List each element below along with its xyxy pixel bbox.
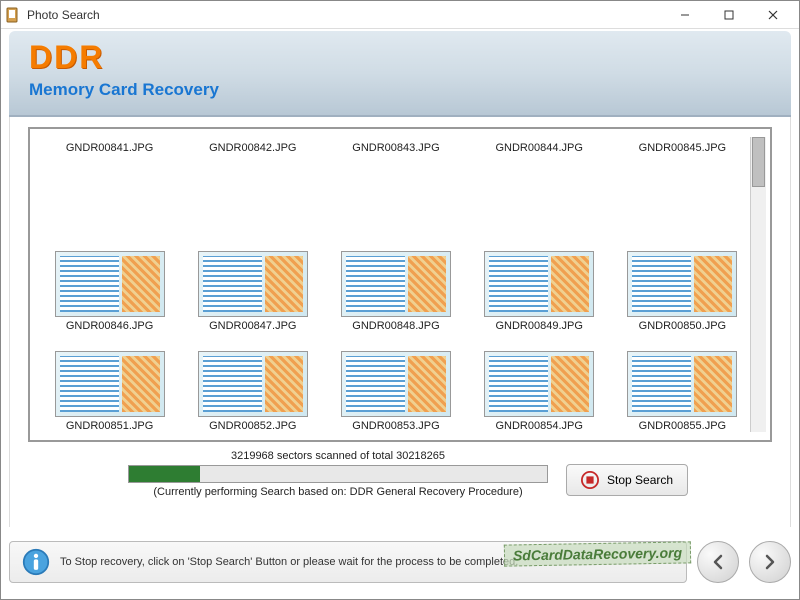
chevron-right-icon [761, 553, 779, 571]
thumbnail-image[interactable] [627, 351, 737, 417]
thumb-item: GNDR00848.JPG [328, 237, 463, 333]
thumb-label: GNDR00842.JPG [209, 142, 296, 154]
header-banner: DDR Memory Card Recovery [9, 31, 791, 117]
forward-button[interactable] [749, 541, 791, 583]
thumbnail-image[interactable] [341, 351, 451, 417]
window-controls [663, 2, 795, 28]
thumbnail-image[interactable] [341, 251, 451, 317]
thumb-label: GNDR00848.JPG [352, 320, 439, 332]
thumbnail-image[interactable] [484, 351, 594, 417]
thumb-item: GNDR00844.JPG [472, 137, 607, 233]
thumb-item: GNDR00847.JPG [185, 237, 320, 333]
product-name: Memory Card Recovery [29, 80, 771, 100]
progress-subtext: (Currently performing Search based on: D… [128, 486, 548, 498]
thumb-label: GNDR00851.JPG [66, 420, 153, 432]
thumbnail-grid: GNDR00841.JPG GNDR00842.JPG GNDR00843.JP… [42, 137, 750, 432]
thumbnail-image[interactable] [55, 351, 165, 417]
stop-icon [581, 471, 599, 489]
thumb-label: GNDR00846.JPG [66, 320, 153, 332]
close-button[interactable] [751, 2, 795, 28]
stop-button-label: Stop Search [607, 473, 673, 487]
progress-fill [129, 466, 200, 482]
chevron-left-icon [709, 553, 727, 571]
thumb-label: GNDR00852.JPG [209, 420, 296, 432]
thumb-item: GNDR00841.JPG [42, 137, 177, 233]
thumb-item: GNDR00842.JPG [185, 137, 320, 233]
thumbnail-image[interactable] [55, 251, 165, 317]
thumb-item: GNDR00850.JPG [615, 237, 750, 333]
thumb-item: GNDR00853.JPG [328, 336, 463, 432]
main-content: GNDR00841.JPG GNDR00842.JPG GNDR00843.JP… [9, 117, 791, 527]
thumb-label: GNDR00844.JPG [495, 142, 582, 154]
progress-bar [128, 465, 548, 483]
thumb-label: GNDR00853.JPG [352, 420, 439, 432]
thumb-label: GNDR00841.JPG [66, 142, 153, 154]
thumbnail-image[interactable] [198, 251, 308, 317]
thumb-item: GNDR00852.JPG [185, 336, 320, 432]
app-icon [5, 7, 21, 23]
thumb-item: GNDR00843.JPG [328, 137, 463, 233]
thumb-item: GNDR00849.JPG [472, 237, 607, 333]
minimize-button[interactable] [663, 2, 707, 28]
progress-section: 3219968 sectors scanned of total 3021826… [28, 450, 772, 498]
thumb-label: GNDR00845.JPG [639, 142, 726, 154]
scrollbar[interactable] [750, 137, 766, 432]
scrollbar-thumb[interactable] [752, 137, 765, 187]
thumb-label: GNDR00854.JPG [495, 420, 582, 432]
info-icon [22, 548, 50, 576]
brand-logo: DDR [29, 39, 771, 76]
window: Photo Search DDR Memory Card Recovery GN… [0, 0, 800, 600]
maximize-button[interactable] [707, 2, 751, 28]
stop-search-button[interactable]: Stop Search [566, 464, 688, 496]
thumb-item: GNDR00854.JPG [472, 336, 607, 432]
results-panel: GNDR00841.JPG GNDR00842.JPG GNDR00843.JP… [28, 127, 772, 442]
thumb-label: GNDR00855.JPG [639, 420, 726, 432]
thumbnail-image[interactable] [484, 251, 594, 317]
thumbnail-image[interactable] [198, 351, 308, 417]
thumbnail-image[interactable] [627, 251, 737, 317]
titlebar: Photo Search [1, 1, 799, 29]
thumb-label: GNDR00843.JPG [352, 142, 439, 154]
watermark: SdCardDataRecovery.org [504, 541, 691, 566]
hint-text: To Stop recovery, click on 'Stop Search'… [60, 556, 518, 568]
progress-text: 3219968 sectors scanned of total 3021826… [128, 450, 548, 462]
thumb-item: GNDR00855.JPG [615, 336, 750, 432]
back-button[interactable] [697, 541, 739, 583]
thumb-label: GNDR00850.JPG [639, 320, 726, 332]
footer-bar: To Stop recovery, click on 'Stop Search'… [9, 533, 791, 591]
thumb-item: GNDR00851.JPG [42, 336, 177, 432]
window-title: Photo Search [27, 8, 663, 22]
thumb-item: GNDR00845.JPG [615, 137, 750, 233]
thumb-item: GNDR00846.JPG [42, 237, 177, 333]
thumb-label: GNDR00847.JPG [209, 320, 296, 332]
thumb-label: GNDR00849.JPG [495, 320, 582, 332]
